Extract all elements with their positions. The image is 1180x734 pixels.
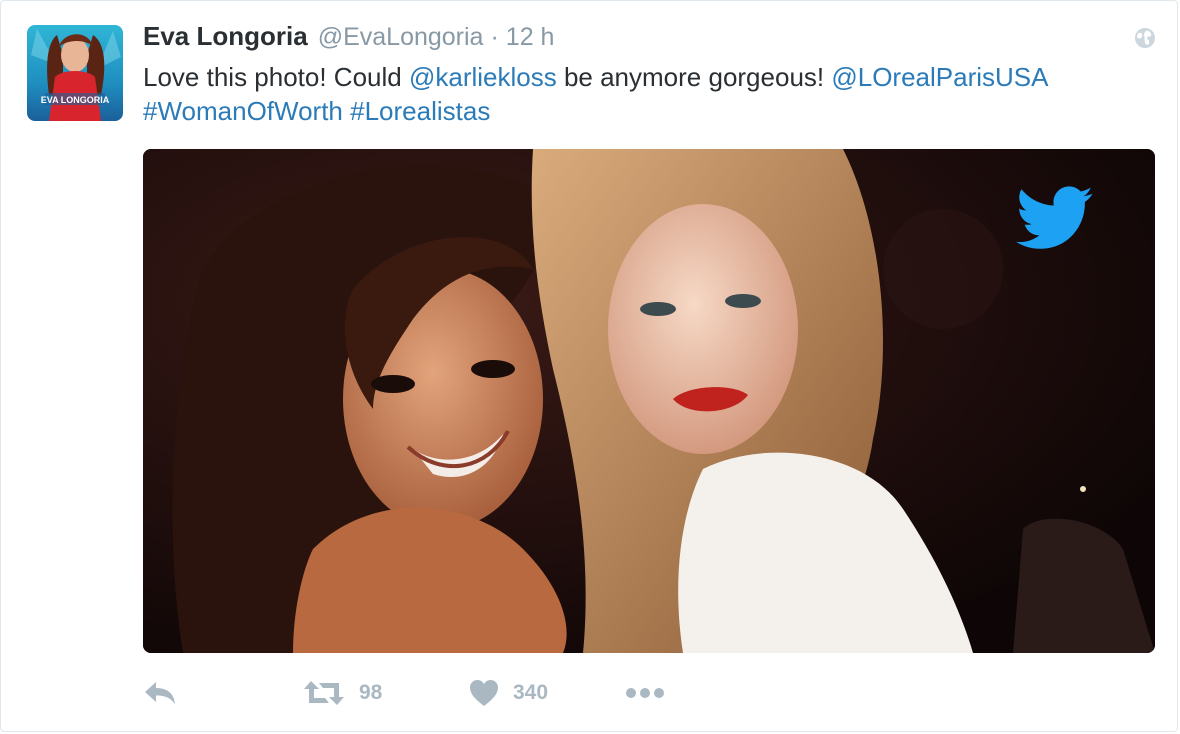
retweet-button[interactable]: 98 — [303, 673, 382, 713]
retweet-icon — [304, 681, 344, 705]
tweet-actions: 98 340 — [143, 673, 703, 713]
hashtag-womanofworth[interactable]: #WomanOfWorth — [143, 96, 343, 126]
retweet-count: 98 — [359, 681, 383, 704]
mention-lorealparisusa[interactable]: @LOrealParisUSA — [831, 62, 1048, 92]
mention-karliekloss[interactable]: @karliekloss — [409, 62, 557, 92]
tweet-photo[interactable] — [143, 149, 1155, 653]
heart-icon — [470, 680, 498, 706]
user-handle[interactable]: @EvaLongoria — [318, 23, 484, 52]
tweet-header: Eva Longoria @EvaLongoria · 12 h — [143, 21, 554, 57]
tweet-text: Love this photo! Could @karliekloss be a… — [143, 60, 1143, 128]
separator: · — [490, 23, 499, 51]
timestamp[interactable]: 12 h — [506, 23, 555, 52]
more-button[interactable] — [625, 673, 665, 713]
hashtag-lorealistas[interactable]: #Lorealistas — [350, 96, 490, 126]
reply-button[interactable] — [143, 673, 177, 713]
avatar-text: EVA LONGORIA — [41, 95, 110, 105]
like-count: 340 — [513, 681, 549, 704]
like-button[interactable]: 340 — [469, 673, 548, 713]
tweet-card[interactable]: EVA LONGORIA Eva Longoria @EvaLongoria ·… — [0, 0, 1178, 732]
tweet-text-part2: be anymore gorgeous! — [556, 62, 832, 92]
globe-icon[interactable] — [1134, 27, 1156, 49]
display-name[interactable]: Eva Longoria — [143, 21, 308, 52]
tweet-text-part1: Love this photo! Could — [143, 62, 409, 92]
reply-icon — [145, 682, 175, 704]
more-dots-icon — [626, 688, 664, 698]
avatar[interactable]: EVA LONGORIA — [27, 25, 123, 121]
